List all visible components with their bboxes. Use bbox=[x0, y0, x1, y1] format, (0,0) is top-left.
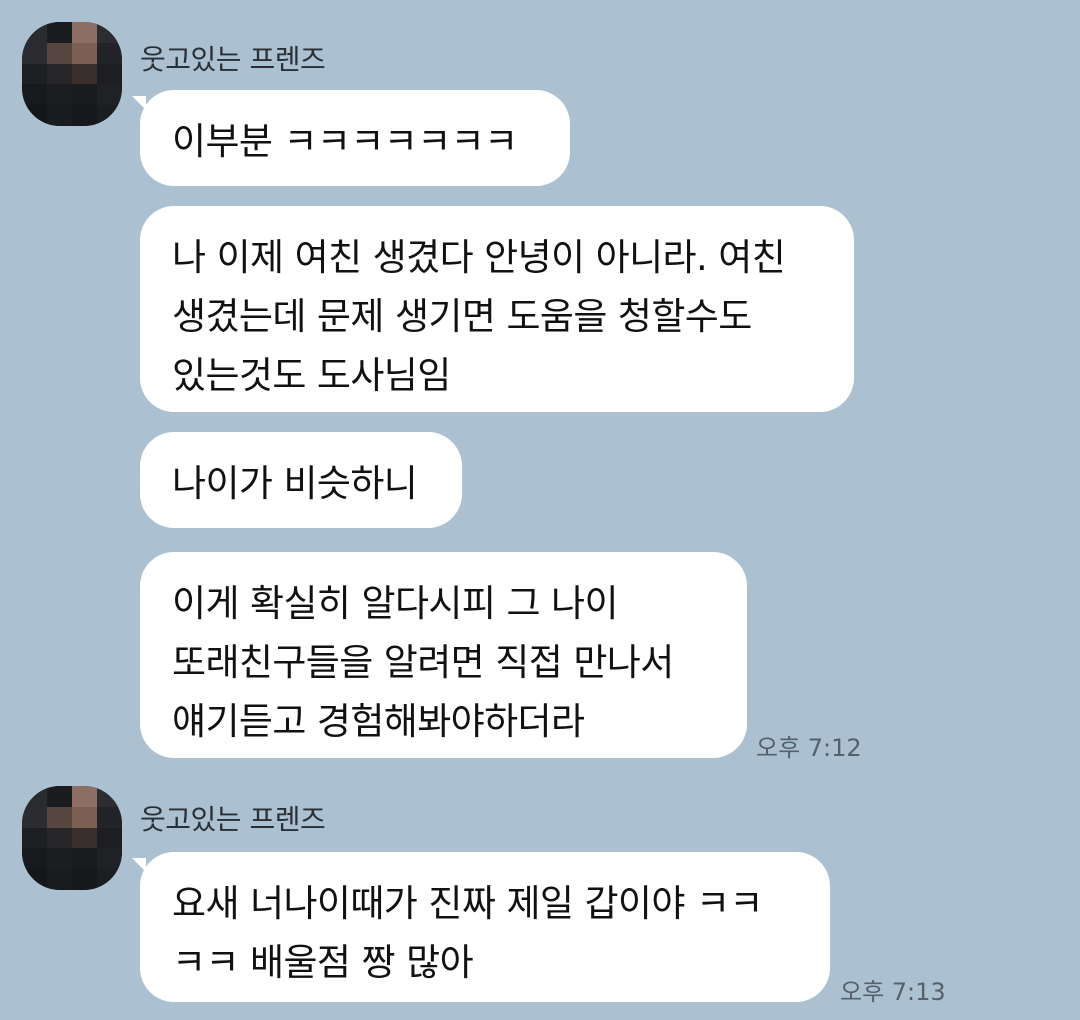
message-bubble[interactable]: 나 이제 여친 생겼다 안녕이 아니라. 여친 생겼는데 문제 생기면 도움을 … bbox=[140, 206, 854, 412]
message-bubble[interactable]: 이게 확실히 알다시피 그 나이 또래친구들을 알려면 직접 만나서 얘기듣고 … bbox=[140, 552, 747, 758]
sender-name: 웃고있는 프렌즈 bbox=[140, 803, 326, 836]
message-bubble[interactable]: 나이가 비슷하니 bbox=[140, 432, 462, 528]
sender-avatar[interactable] bbox=[22, 786, 122, 890]
sender-avatar[interactable] bbox=[22, 22, 122, 126]
message-timestamp: 오후 7:13 bbox=[840, 978, 946, 1006]
message-timestamp: 오후 7:12 bbox=[756, 734, 862, 762]
message-bubble[interactable]: 이부분 ㅋㅋㅋㅋㅋㅋㅋ bbox=[140, 90, 570, 186]
sender-name: 웃고있는 프렌즈 bbox=[140, 43, 326, 76]
message-bubble[interactable]: 요새 너나이때가 진짜 제일 갑이야 ㅋㅋ ㅋㅋ 배울점 짱 많아 bbox=[140, 852, 830, 1002]
